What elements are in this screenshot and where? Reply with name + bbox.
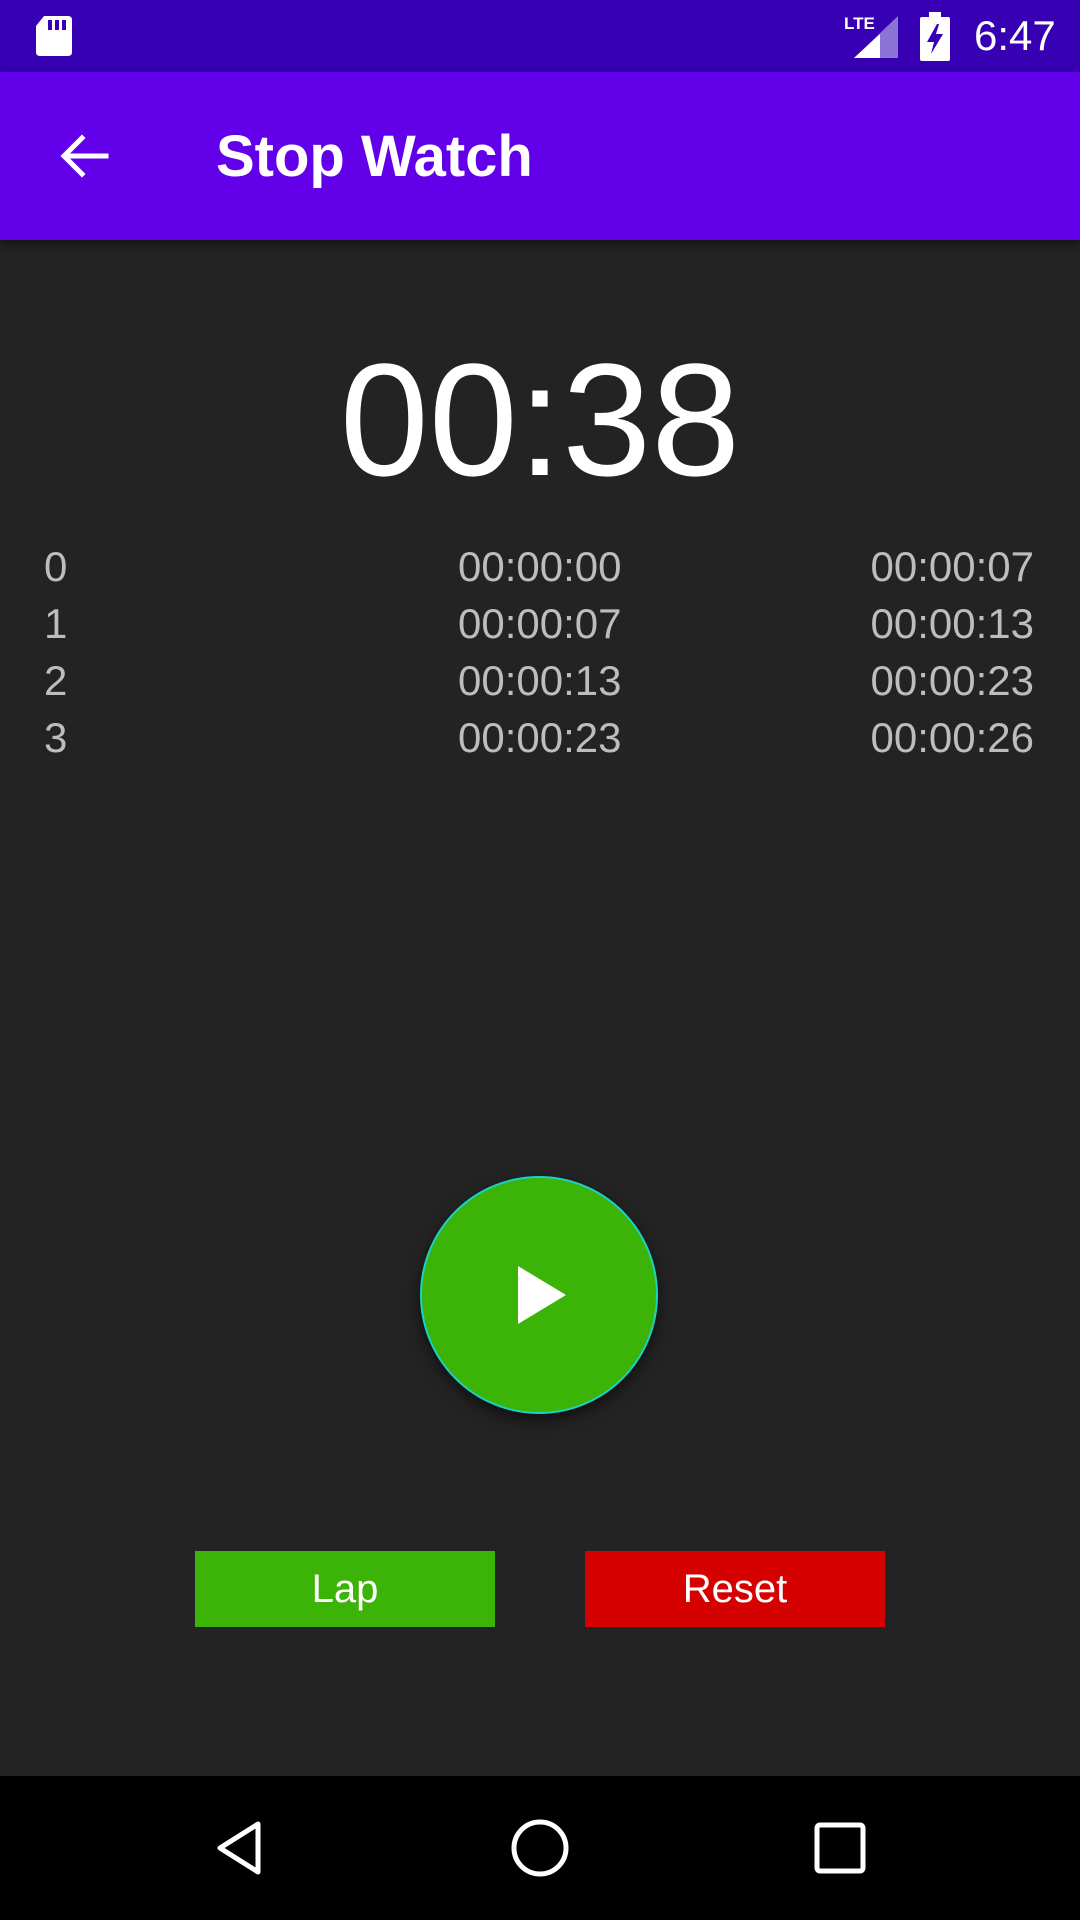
arrow-back-icon [60,134,109,178]
lap-end-time: 00:00:26 [870,714,1035,761]
navigation-bar [0,1776,1080,1920]
app-bar: Stop Watch [0,72,1080,240]
lap-row: 3 00:00:23 00:00:26 [44,709,1034,766]
reset-button[interactable]: Reset [585,1551,885,1627]
lap-index: 0 [44,543,68,590]
status-clock: 6:47 [974,12,1056,59]
lap-start-time: 00:00:13 [458,657,622,704]
lap-button[interactable]: Lap [195,1551,495,1627]
lap-row: 0 00:00:00 00:00:07 [44,538,1034,595]
nav-home-icon [511,1819,569,1877]
back-button[interactable] [40,112,128,200]
timer-display: 00:38 [339,330,741,509]
status-bar: LTE 6:47 [0,0,1080,72]
lap-row: 1 00:00:07 00:00:13 [44,595,1034,652]
lap-end-time: 00:00:23 [870,657,1035,704]
lap-end-time: 00:00:13 [870,600,1035,647]
lap-start-time: 00:00:23 [458,714,622,761]
lap-start-time: 00:00:07 [458,600,622,647]
lte-signal-icon: LTE [844,14,898,58]
lap-end-time: 00:00:07 [870,543,1035,590]
nav-back-button[interactable] [190,1798,290,1898]
laps-list: 0 00:00:00 00:00:07 1 00:00:07 00:00:13 … [44,538,1034,766]
stopwatch-screen: LTE 6:47 Stop Watch 00:38 0 00:00:00 00:… [0,0,1080,1920]
lap-index: 3 [44,714,68,761]
nav-recents-icon [814,1822,866,1874]
lap-index: 2 [44,657,68,704]
play-icon [518,1266,566,1324]
page-title: Stop Watch [216,124,533,189]
lap-row: 2 00:00:13 00:00:23 [44,652,1034,709]
svg-text:LTE: LTE [844,14,875,33]
lap-start-time: 00:00:00 [458,543,622,590]
play-button[interactable] [420,1176,658,1414]
sd-card-icon [36,16,72,56]
nav-recents-button[interactable] [790,1798,890,1898]
battery-charging-icon [920,12,950,61]
lap-index: 1 [44,600,68,647]
nav-home-button[interactable] [490,1798,590,1898]
nav-back-icon [217,1821,261,1875]
